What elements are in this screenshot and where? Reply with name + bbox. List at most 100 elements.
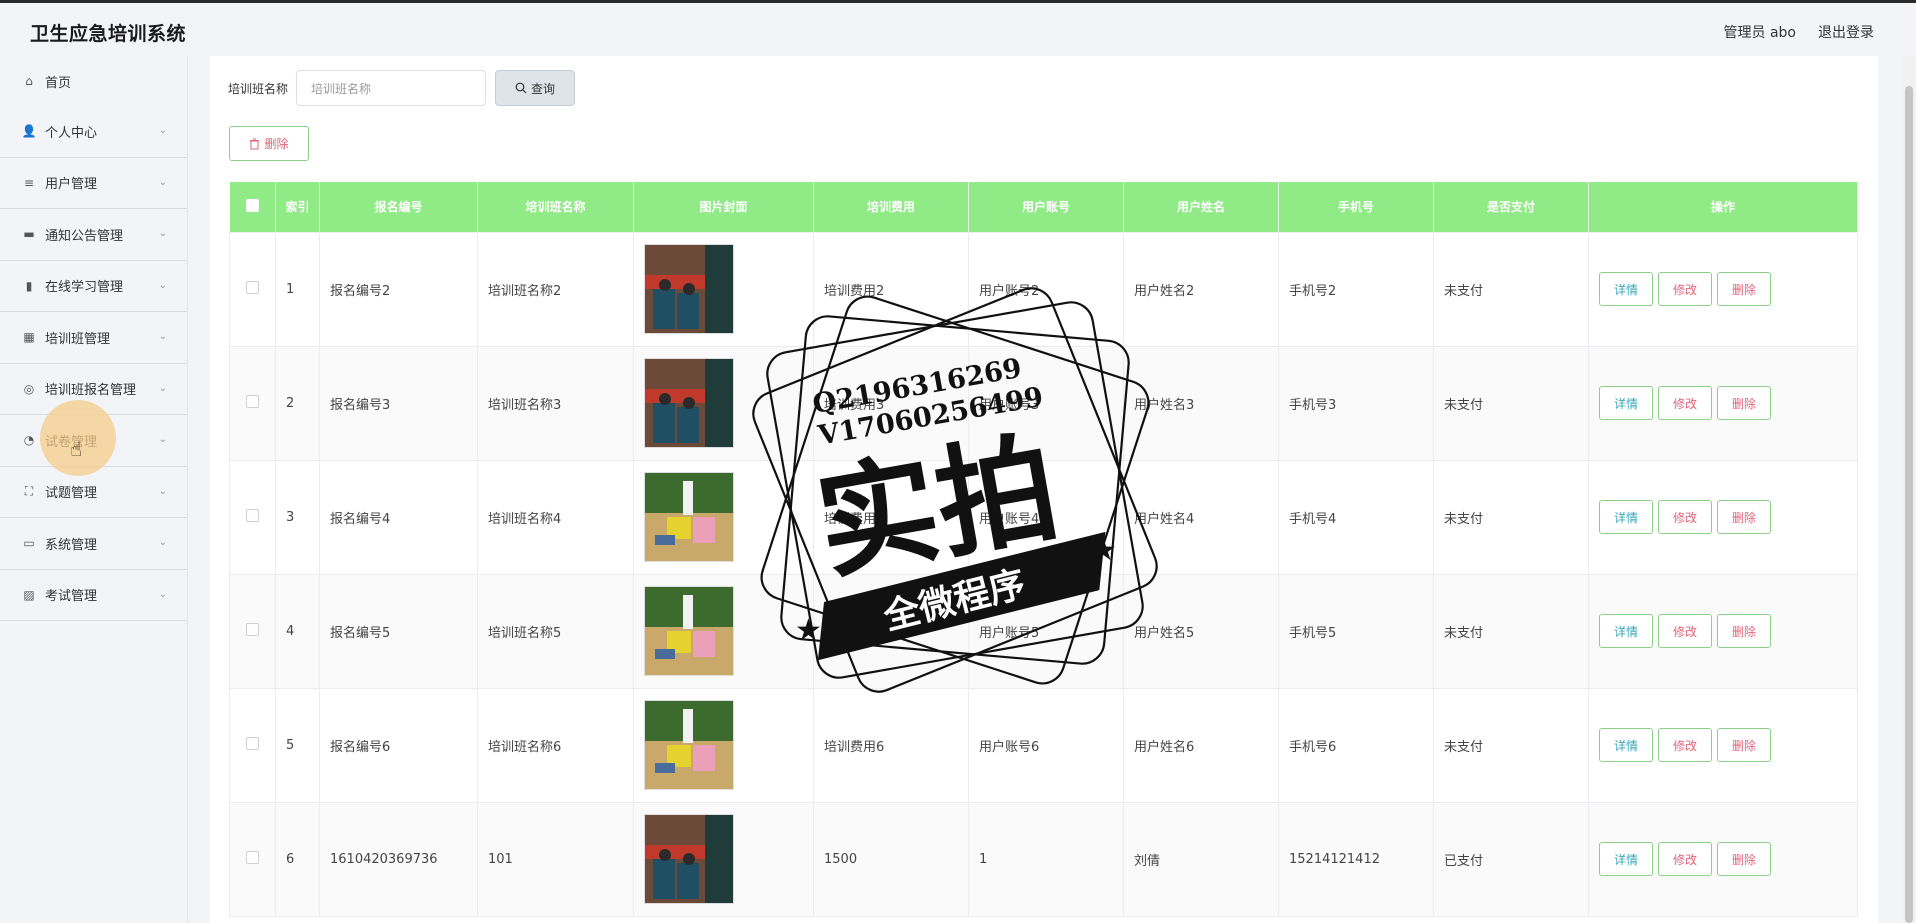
gauge-icon: ◔ [23,433,35,448]
edit-button[interactable]: 修改 [1658,500,1712,534]
logout-link[interactable]: 退出登录 [1818,22,1874,42]
query-button[interactable]: 查询 [495,70,576,106]
row-select-cell[interactable] [229,687,276,803]
chevron-down-icon: ⌄ [158,279,167,291]
trash-icon [250,138,260,149]
edit-button[interactable]: 修改 [1658,728,1712,762]
cell-index: 5 [275,687,320,803]
delete-button[interactable]: 删除 [1717,728,1771,762]
sidebar-item-label: 个人中心 [45,125,98,141]
sidebar-item[interactable]: ≡ 用户管理 ⌄ [0,158,187,209]
edit-button[interactable]: 修改 [1658,842,1712,876]
cover-image[interactable] [644,700,734,790]
chevron-down-icon: ⌄ [158,537,167,549]
column-header[interactable]: 是否支付 [1433,182,1589,232]
cell-account: 用户账号6 [968,687,1124,803]
column-header[interactable]: 用户账号 [968,182,1124,232]
cell-name: 用户姓名4 [1123,459,1279,575]
row-select-cell[interactable] [229,801,276,917]
row-select-cell[interactable] [229,345,276,461]
row-checkbox[interactable] [246,280,259,294]
sidebar-item[interactable]: ⌂ 首页 [0,56,187,106]
table-row: 2 报名编号3 培训班名称3 培训费用3 用户账号3 用户姓名3 手机号3 未支付 详情 修改 删除 [229,345,1858,461]
column-header: 索引 [275,182,320,232]
column-header[interactable]: 手机号 [1278,182,1434,232]
edit-button[interactable]: 修改 [1658,272,1712,306]
cell-fee: 培训费用3 [813,345,969,461]
column-header[interactable]: 报名编号 [319,182,478,232]
search-bar: 培训班名称 培训班名称 查询 [228,70,576,106]
page-scrollbar[interactable] [1902,56,1916,923]
cell-name: 刘倩 [1123,801,1279,917]
row-checkbox[interactable] [246,736,259,750]
sidebar-item[interactable]: ▭ 系统管理 ⌄ [0,518,187,570]
cover-image[interactable] [644,814,734,904]
chevron-down-icon: ⌄ [158,434,167,446]
row-select-cell[interactable] [229,459,276,575]
cell-index: 3 [275,459,320,575]
detail-button[interactable]: 详情 [1599,728,1653,762]
cover-image[interactable] [644,586,734,676]
sidebar-item-label: 首页 [45,75,72,91]
sidebar-item[interactable]: 👤 个人中心 ⌄ [0,106,187,158]
select-all-cell[interactable] [229,182,276,232]
cover-image-cell [633,459,814,575]
cell-account: 用户账号4 [968,459,1124,575]
row-checkbox[interactable] [246,508,259,522]
sidebar-item[interactable]: ▨ 考试管理 ⌄ [0,570,187,621]
sidebar-item[interactable]: ▦ 培训班管理 ⌄ [0,312,187,364]
delete-button[interactable]: 删除 [1717,614,1771,648]
detail-button[interactable]: 详情 [1599,386,1653,420]
cover-image-cell [633,573,814,689]
cell-name: 用户姓名5 [1123,573,1279,689]
row-select-cell[interactable] [229,573,276,689]
cell-class_name: 培训班名称3 [477,345,634,461]
cell-account: 用户账号3 [968,345,1124,461]
table-row: 1 报名编号2 培训班名称2 培训费用2 用户账号2 用户姓名2 手机号2 未支付 详情 修改 删除 [229,231,1858,347]
cover-image[interactable] [644,472,734,562]
cover-image-cell [633,687,814,803]
sidebar-item[interactable]: ▬ 通知公告管理 ⌄ [0,209,187,261]
cell-name: 用户姓名2 [1123,231,1279,347]
detail-button[interactable]: 详情 [1599,614,1653,648]
cell-paid: 未支付 [1433,459,1589,575]
select-all-checkbox[interactable] [245,198,259,212]
batch-delete-button[interactable]: 删除 [229,126,309,161]
delete-button[interactable]: 删除 [1717,386,1771,420]
detail-button[interactable]: 详情 [1599,842,1653,876]
cover-image[interactable] [644,244,734,334]
home-icon: ⌂ [25,74,33,88]
cover-image[interactable] [644,358,734,448]
table-header-row: 索引 报名编号 培训班名称 图片封面 培训费用 用户账号 用户姓名 手机号 是否… [229,182,1858,232]
delete-button[interactable]: 删除 [1717,500,1771,534]
row-checkbox[interactable] [246,622,259,636]
sidebar-item[interactable]: ⛶ 试题管理 ⌄ [0,467,187,518]
detail-button[interactable]: 详情 [1599,500,1653,534]
search-input[interactable]: 培训班名称 [296,70,487,106]
table-row: 3 报名编号4 培训班名称4 培训费用4 用户账号4 用户姓名4 手机号4 未支付 详情 修改 删除 [229,459,1858,575]
cell-class_name: 培训班名称6 [477,687,634,803]
column-header[interactable]: 培训班名称 [477,182,634,232]
cell-name: 用户姓名6 [1123,687,1279,803]
delete-button[interactable]: 删除 [1717,272,1771,306]
row-select-cell[interactable] [229,231,276,347]
column-header[interactable]: 培训费用 [813,182,969,232]
row-checkbox[interactable] [246,394,259,408]
book-icon: ▮ [25,278,33,293]
column-header[interactable]: 用户姓名 [1123,182,1279,232]
cell-index: 4 [275,573,320,689]
delete-button[interactable]: 删除 [1717,842,1771,876]
edit-button[interactable]: 修改 [1658,614,1712,648]
detail-button[interactable]: 详情 [1599,272,1653,306]
cell-number: 1610420369736 [319,801,478,917]
chevron-down-icon: ⌄ [158,588,167,600]
edit-button[interactable]: 修改 [1658,386,1712,420]
sidebar-item[interactable]: ▮ 在线学习管理 ⌄ [0,261,187,312]
row-checkbox[interactable] [246,850,259,864]
column-header[interactable]: 图片封面 [633,182,814,232]
cell-name: 用户姓名3 [1123,345,1279,461]
cell-fee: 培训费用6 [813,687,969,803]
cell-phone: 手机号3 [1278,345,1434,461]
compass-icon: ◎ [23,381,35,396]
scrollbar-thumb[interactable] [1905,86,1913,923]
